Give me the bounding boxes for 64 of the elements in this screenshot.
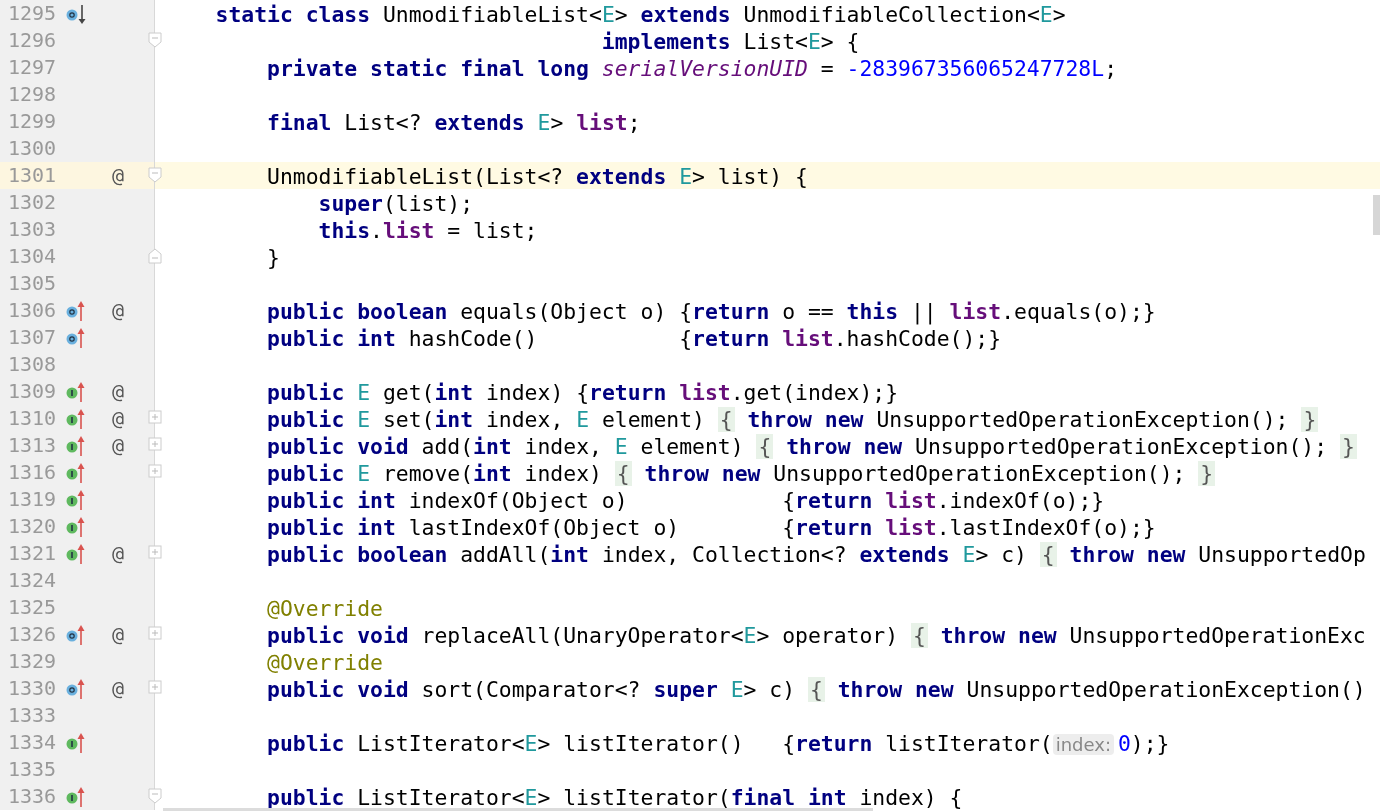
code-line: public int indexOf(Object o) {return list.indexOf(o);} <box>266 490 1105 512</box>
code-line: private static final long serialVersionUID = -283967356065247728L; <box>266 58 1118 80</box>
line-number: 1302 <box>7 189 58 216</box>
code-line: @Override <box>266 652 383 674</box>
line-number: 1309 <box>7 378 58 405</box>
code-line: public boolean addAll(int index, Collection<? extends E> c) { throw new UnsupportedOp <box>266 544 1366 566</box>
line-number: 1333 <box>7 702 58 729</box>
line-number: 1321 <box>7 540 58 567</box>
line-number: 1325 <box>7 594 58 621</box>
code-line: super(list); <box>317 193 474 215</box>
line-number: 1313 <box>7 432 58 459</box>
code-line: public E remove(int index) { throw new UnsupportedOperationException(); } <box>266 463 1216 485</box>
line-number: 1297 <box>7 54 58 81</box>
code-line: public int hashCode() {return list.hashCode();} <box>266 328 1002 350</box>
line-number: 1320 <box>7 513 58 540</box>
line-number: 1300 <box>7 135 58 162</box>
code-line: } <box>266 247 280 269</box>
line-number: 1324 <box>7 567 58 594</box>
line-number: 1306 <box>7 297 58 324</box>
line-number: 1303 <box>7 216 58 243</box>
implements-marker[interactable]: @ <box>112 405 125 432</box>
line-number: 1307 <box>7 324 58 351</box>
line-number: 1335 <box>7 756 58 783</box>
code-line: public ListIterator<E> listIterator() {return listIterator(index: 0);} <box>266 732 1170 756</box>
line-number: 1326 <box>7 621 58 648</box>
code-line: public int lastIndexOf(Object o) {return list.lastIndexOf(o);} <box>266 517 1156 539</box>
line-number: 1301 <box>7 162 58 189</box>
code-line: this.list = list; <box>317 220 538 242</box>
code-line: @Override <box>266 598 383 620</box>
line-number: 1316 <box>7 459 58 486</box>
code-line: static class UnmodifiableList<E> extends UnmodifiableCollection<E> <box>214 4 1066 26</box>
code-line: public void sort(Comparator<? super E> c) { throw new UnsupportedOperationException() <box>266 679 1366 701</box>
implements-marker[interactable]: @ <box>112 540 125 567</box>
line-number: 1308 <box>7 351 58 378</box>
horizontal-scrollbar[interactable] <box>163 808 873 811</box>
code-line: public void add(int index, E element) { throw new UnsupportedOperationException(); } <box>266 436 1357 458</box>
code-line: implements List<E> { <box>600 31 860 53</box>
line-number: 1334 <box>7 729 58 756</box>
line-number: 1299 <box>7 108 58 135</box>
line-number: 1305 <box>7 270 58 297</box>
code-line: public E set(int index, E element) { throw new UnsupportedOperationException(); } <box>266 409 1319 431</box>
line-number: 1304 <box>7 243 58 270</box>
implements-marker[interactable]: @ <box>112 621 125 648</box>
code-line: public ListIterator<E> listIterator(final int index) { <box>266 787 963 809</box>
line-number: 1296 <box>7 27 58 54</box>
line-number: 1319 <box>7 486 58 513</box>
line-number: 1330 <box>7 675 58 702</box>
code-line: public void replaceAll(UnaryOperator<E> operator) { throw new UnsupportedOperationExc <box>266 625 1366 647</box>
line-number: 1298 <box>7 81 58 108</box>
implements-marker[interactable]: @ <box>112 297 125 324</box>
code-line: public boolean equals(Object o) {return o == this || list.equals(o);} <box>266 301 1156 323</box>
code-line: final List<? extends E> list; <box>266 112 641 134</box>
implements-marker[interactable]: @ <box>112 432 125 459</box>
line-number: 1329 <box>7 648 58 675</box>
implements-marker[interactable]: @ <box>112 162 125 189</box>
overridden-down-arrow-icon[interactable] <box>66 2 88 25</box>
implements-marker[interactable]: @ <box>112 675 125 702</box>
line-number: 1310 <box>7 405 58 432</box>
code-line: UnmodifiableList(List<? extends E> list) { <box>266 166 808 188</box>
implements-marker[interactable]: @ <box>112 378 125 405</box>
code-line: public E get(int index) {return list.get(index);} <box>266 382 899 404</box>
vertical-scrollbar[interactable] <box>1373 195 1380 235</box>
line-number: 1336 <box>7 783 58 810</box>
line-number: 1295 <box>7 0 58 27</box>
